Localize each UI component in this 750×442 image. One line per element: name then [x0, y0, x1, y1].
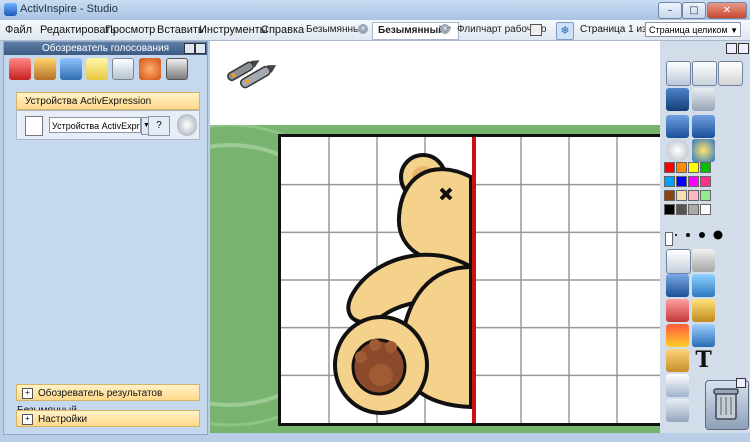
actions-icon[interactable] — [139, 58, 161, 80]
menu-file[interactable]: Файл — [5, 24, 32, 36]
color-swatch[interactable] — [700, 176, 711, 187]
device-select[interactable]: Устройства ActivExpres — [49, 117, 141, 133]
clear-icon[interactable] — [666, 374, 689, 397]
notes-icon[interactable] — [86, 58, 108, 80]
tools-icon[interactable] — [692, 88, 715, 111]
color-swatch[interactable] — [664, 162, 675, 173]
color-swatch[interactable] — [676, 204, 687, 215]
object-tools-icon[interactable] — [692, 249, 715, 272]
undo-icon[interactable] — [666, 399, 689, 422]
browsers-icon[interactable] — [692, 61, 717, 86]
play-icon[interactable] — [666, 139, 689, 162]
shape-icon[interactable] — [666, 324, 689, 347]
close-button[interactable]: ✕ — [707, 2, 747, 19]
revert-icon[interactable] — [692, 139, 715, 162]
toolbox-menu-icon[interactable] — [726, 43, 737, 54]
menu-insert[interactable]: Вставить — [157, 24, 204, 36]
app-icon — [4, 3, 17, 16]
color-swatch[interactable] — [664, 190, 675, 201]
tab-close-icon[interactable]: × — [358, 24, 368, 34]
expand-icon: + — [22, 413, 33, 425]
expand-icon: + — [22, 387, 33, 399]
snowflake-icon[interactable]: ❄ — [556, 22, 574, 40]
color-swatch[interactable] — [700, 190, 711, 201]
next-page-icon[interactable] — [692, 115, 715, 138]
color-swatch[interactable] — [676, 190, 687, 201]
color-swatch[interactable] — [676, 176, 687, 187]
select-icon[interactable] — [666, 249, 691, 274]
results-browser-section[interactable]: +Обозреватель результатов Безымянный — [16, 384, 200, 416]
minimize-button[interactable]: – — [658, 2, 682, 19]
menu-bar: Файл Редактировать Просмотр Вставить Инс… — [0, 20, 750, 51]
toolbox-close-icon[interactable] — [738, 43, 749, 54]
pen-icon[interactable] — [666, 88, 689, 111]
pen-tool-icon[interactable] — [666, 274, 689, 297]
device-list-icon[interactable] — [25, 116, 43, 136]
trash-icon[interactable] — [705, 378, 749, 430]
page-indicator: Страница 1 из 2 — [580, 24, 655, 35]
panel-title: Обозреватель голосования — [4, 42, 207, 55]
pen-width-slider[interactable] — [665, 232, 673, 246]
properties-icon[interactable] — [112, 58, 134, 80]
maximize-button[interactable]: □ — [682, 2, 706, 19]
register-device-icon[interactable] — [177, 114, 197, 136]
devices-row: Устройства ActivExpres ▼ ? — [16, 110, 200, 140]
chevron-down-icon: ▼ — [730, 26, 738, 35]
color-swatch[interactable] — [688, 176, 699, 187]
text-icon[interactable]: T — [692, 349, 715, 372]
menu-tools[interactable]: Инструменты — [199, 24, 268, 36]
color-swatch[interactable] — [688, 204, 699, 215]
pen-width-selector[interactable] — [666, 228, 736, 242]
eraser-icon[interactable] — [666, 299, 689, 322]
resources-icon[interactable] — [34, 58, 56, 80]
pen-width-dots — [675, 230, 723, 240]
title-bar: ActivInspire - Studio – □ ✕ — [0, 0, 750, 20]
panel-close-icon[interactable] — [195, 43, 206, 54]
trash-close-icon[interactable] — [736, 378, 746, 388]
desktop-icon[interactable] — [718, 61, 743, 86]
clapper-icon[interactable] — [666, 349, 689, 372]
teddy-bear-image[interactable] — [281, 137, 660, 423]
previous-page-icon[interactable] — [666, 115, 689, 138]
menu-view[interactable]: Просмотр — [105, 24, 155, 36]
voting-browser-panel: Обозреватель голосования Устройства Acti… — [3, 41, 208, 435]
color-swatch[interactable] — [700, 204, 711, 215]
objects-icon[interactable] — [60, 58, 82, 80]
main-menu-icon[interactable] — [666, 61, 691, 86]
tab-menu-icon[interactable] — [530, 24, 542, 36]
flipchart-canvas[interactable] — [210, 41, 660, 433]
tab-close-icon[interactable]: × — [440, 24, 450, 34]
menu-help[interactable]: Справка — [261, 24, 304, 36]
highlighter-icon[interactable] — [692, 274, 715, 297]
fill-icon[interactable] — [692, 299, 715, 322]
color-swatch[interactable] — [664, 204, 675, 215]
pens-graphic — [227, 60, 277, 89]
activexpression-devices-header[interactable]: Устройства ActivExpression — [16, 92, 200, 110]
color-swatch[interactable] — [664, 176, 675, 187]
zoom-select[interactable]: Страница целиком ▼ — [645, 22, 741, 37]
voting-icon[interactable] — [166, 58, 188, 80]
learner-help-icon[interactable]: ? — [148, 116, 170, 136]
color-swatch[interactable] — [688, 190, 699, 201]
panel-menu-icon[interactable] — [184, 43, 195, 54]
main-toolbox: T — [660, 41, 750, 433]
pages-icon[interactable] — [9, 58, 31, 80]
pen-tool-icon[interactable] — [218, 51, 288, 91]
connector-icon[interactable] — [692, 324, 715, 347]
color-swatch[interactable] — [676, 162, 687, 173]
puzzle-grid — [278, 134, 660, 426]
settings-section[interactable]: + Настройки — [16, 410, 200, 427]
color-swatch[interactable] — [700, 162, 711, 173]
window-title: ActivInspire - Studio — [20, 3, 118, 15]
color-swatch[interactable] — [688, 162, 699, 173]
